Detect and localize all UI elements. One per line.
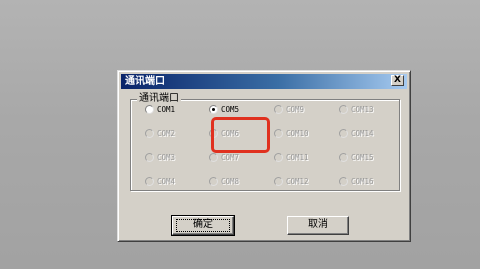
radio-label: COM11 xyxy=(286,153,309,162)
radio-button-circle xyxy=(145,129,154,138)
radio-label: COM1 xyxy=(157,105,176,114)
radio-button-circle xyxy=(209,153,218,162)
cancel-button[interactable]: 取消 xyxy=(287,216,349,235)
radio-label: COM9 xyxy=(286,105,305,114)
close-button[interactable]: X xyxy=(391,75,404,86)
radio-button-circle xyxy=(274,105,283,114)
selection-highlight-box xyxy=(211,117,270,153)
radio-button-circle xyxy=(274,177,283,186)
radio-button-circle xyxy=(339,105,348,114)
radio-button-circle xyxy=(339,129,348,138)
radio-label: COM8 xyxy=(221,177,240,186)
radio-button-circle xyxy=(339,153,348,162)
title-bar[interactable]: 通讯端口 X xyxy=(121,74,407,89)
radio-selected-dot xyxy=(212,108,215,111)
radio-label: COM3 xyxy=(157,153,176,162)
radio-button-circle xyxy=(209,177,218,186)
radio-button-circle xyxy=(145,177,154,186)
radio-label: COM15 xyxy=(351,153,374,162)
radio-label: COM5 xyxy=(221,105,240,114)
radio-label: COM12 xyxy=(286,177,309,186)
dialog-title: 通讯端口 xyxy=(125,76,165,87)
radio-button-circle xyxy=(339,177,348,186)
cancel-button-label: 取消 xyxy=(308,219,328,230)
radio-button-circle xyxy=(274,129,283,138)
port-group-box: 通讯端口 COM1 COM2 COM3 COM4 COM5 COM6 COM7 COM8 COM… xyxy=(130,93,400,191)
ok-button[interactable]: 确定 xyxy=(171,215,235,236)
radio-label: COM13 xyxy=(351,105,374,114)
radio-button-circle[interactable] xyxy=(209,105,218,114)
radio-label: COM16 xyxy=(351,177,374,186)
com-port-dialog: 通讯端口 X 通讯端口 COM1 COM2 COM3 COM4 COM5 COM6 COM7… xyxy=(117,70,411,242)
radio-button-circle[interactable] xyxy=(145,105,154,114)
radio-label: COM4 xyxy=(157,177,176,186)
focus-rectangle xyxy=(176,219,230,232)
radio-label: COM7 xyxy=(221,153,240,162)
radio-button-circle xyxy=(145,153,154,162)
close-icon: X xyxy=(394,75,401,85)
radio-label: COM2 xyxy=(157,129,176,138)
radio-button-circle xyxy=(274,153,283,162)
radio-label: COM14 xyxy=(351,129,374,138)
radio-label: COM10 xyxy=(286,129,309,138)
